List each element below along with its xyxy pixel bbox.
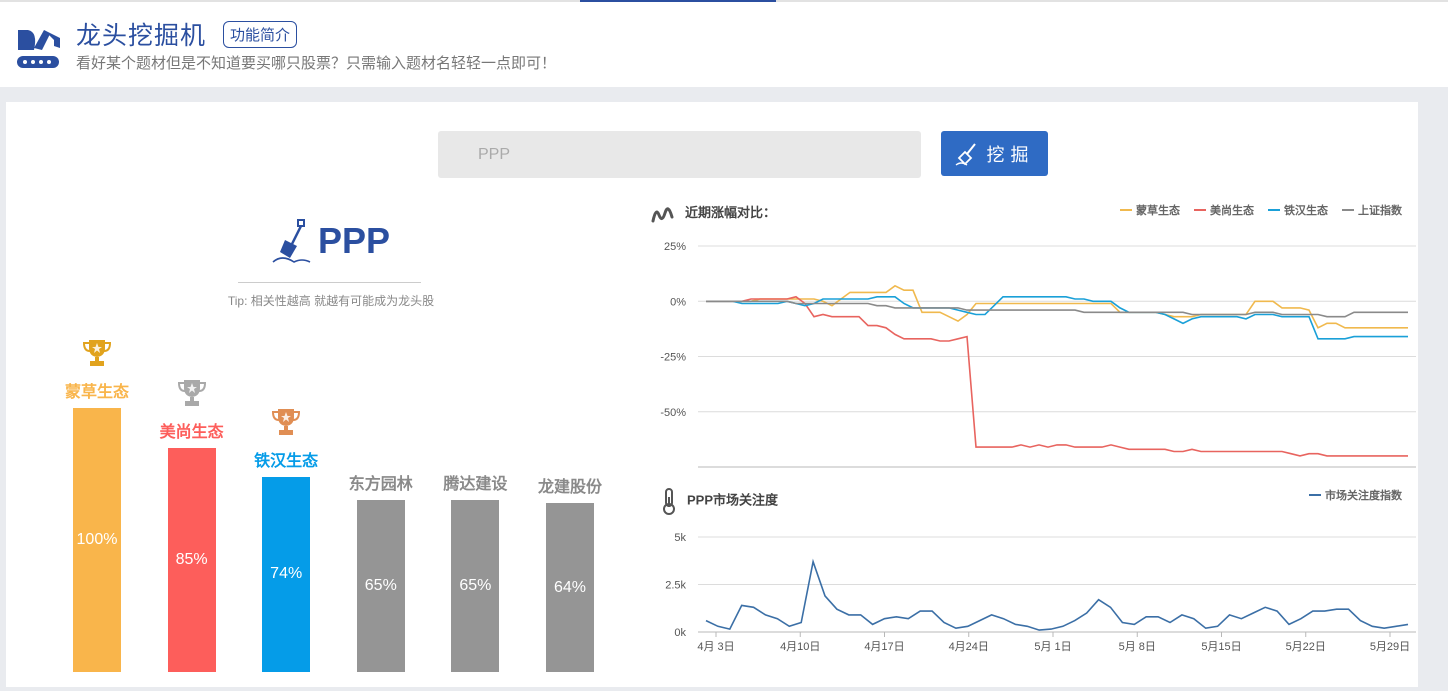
- ranking-bar[interactable]: 65%: [451, 500, 500, 672]
- ranking-bar[interactable]: 74%: [262, 476, 311, 672]
- x-tick-label: 5月22日: [1286, 641, 1326, 653]
- series-line: [706, 295, 1408, 457]
- price-change-chart: 25% 0% -25% -50% 上证指数 铁汉生态 美尚生态 蒙草生态: [660, 203, 1416, 468]
- ranking-bar-value: 65%: [459, 577, 492, 595]
- page-subtitle: 看好某个题材但是不知道要买哪只股票？只需输入题材名轻轻一点即可！: [76, 55, 557, 72]
- series-line: [706, 284, 1408, 329]
- x-tick-label: 5月 1日: [1034, 641, 1071, 653]
- ranking-bar-value: 64%: [553, 578, 587, 596]
- main-panel: 挖掘 PPP Tip: 相关性越高 就越有可能成为龙头股 100% 蒙草生态 85%…: [6, 102, 1418, 687]
- x-tick-label: 5月15日: [1201, 641, 1241, 653]
- ranking-bar-label: 腾达建设: [443, 476, 508, 494]
- y-tick-label: 5k: [674, 532, 686, 544]
- x-tick-label: 5月 8日: [1119, 641, 1156, 653]
- ranking-bar-value: 74%: [270, 565, 303, 583]
- legend-label: 美尚生态: [1210, 203, 1254, 217]
- ranking-bar-label: 美尚生态: [159, 423, 224, 441]
- ranking-bar-label: 铁汉生态: [254, 452, 319, 470]
- y-tick-label: -50%: [660, 407, 686, 419]
- trophy-icon: [177, 379, 206, 406]
- tip-text: Tip: 相关性越高 就越有可能成为龙头股: [227, 294, 435, 308]
- x-tick-label: 4月24日: [949, 641, 989, 653]
- ranking-bar[interactable]: 64%: [546, 503, 594, 672]
- ranking-bar-label: 蒙草生态: [64, 384, 129, 401]
- divider: [238, 282, 421, 283]
- dig-button[interactable]: 挖掘: [941, 131, 1048, 176]
- legend-label: 上证指数: [1358, 203, 1403, 217]
- y-tick-label: 0k: [674, 627, 686, 639]
- ranking-bar[interactable]: 65%: [356, 500, 405, 672]
- dig-button-label: 挖掘: [986, 144, 1035, 165]
- shovel-icon: [272, 219, 311, 263]
- x-tick-label: 5月29日: [1370, 641, 1410, 653]
- y-tick-label: 2.5k: [665, 580, 686, 592]
- ranking-bar[interactable]: 85%: [167, 447, 216, 672]
- shovel-icon: [955, 142, 976, 166]
- legend-label: 蒙草生态: [1136, 203, 1180, 217]
- theme-heading: PPP: [272, 218, 390, 264]
- page-header: 龙头挖掘机 功能简介 看好某个题材但是不知道要买哪只股票？只需输入题材名轻轻一点…: [0, 2, 1448, 87]
- y-tick-label: 25%: [664, 241, 686, 253]
- legend-label: 铁汉生态: [1284, 203, 1328, 217]
- x-tick-label: 4月 3日: [697, 641, 734, 653]
- legend-label: 市场关注度指数: [1325, 488, 1403, 502]
- y-tick-label: 0%: [670, 296, 686, 308]
- feature-intro-button[interactable]: 功能简介: [223, 21, 298, 48]
- x-tick-label: 4月17日: [864, 641, 904, 653]
- trophy-icon: [272, 408, 301, 435]
- series-line: [705, 558, 1409, 631]
- theme-search-input[interactable]: [438, 131, 921, 178]
- attention-chart: 5k 2.5k 0k 市场关注度指数 4月 3日 4月10日 4月17日 4月24日 5月 1日…: [665, 488, 1416, 653]
- trophy-icon: [82, 340, 112, 366]
- ranking-bar-label: 东方园林: [348, 476, 413, 494]
- theme-name: PPP: [318, 220, 391, 261]
- excavator-logo-icon: [17, 30, 60, 68]
- y-tick-label: -25%: [660, 352, 686, 364]
- ranking-bar-value: 85%: [175, 550, 208, 568]
- x-tick-label: 4月10日: [780, 641, 820, 653]
- page-title: 龙头挖掘机: [76, 22, 207, 50]
- ranking-bar-label: 龙建股份: [537, 479, 602, 497]
- ranking-bar-value: 65%: [364, 577, 397, 595]
- ranking-bar[interactable]: 100%: [73, 408, 121, 672]
- ranking-bar-value: 100%: [76, 531, 118, 548]
